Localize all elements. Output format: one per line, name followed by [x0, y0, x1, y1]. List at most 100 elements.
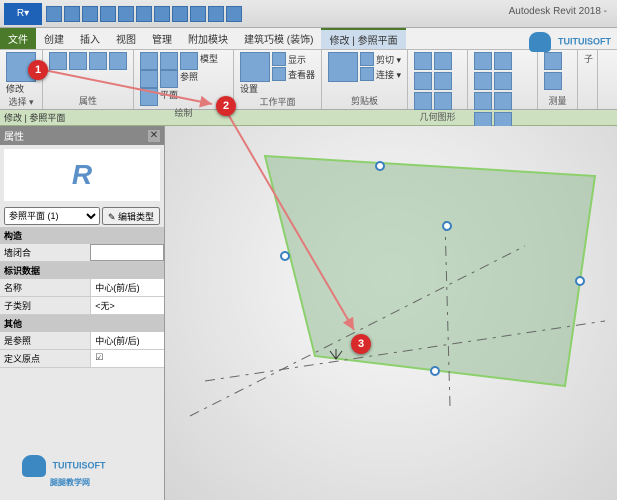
geom-icon-1[interactable] — [414, 52, 432, 70]
tab-view[interactable]: 视图 — [108, 28, 144, 49]
properties-title-bar[interactable]: 属性 ✕ — [0, 126, 164, 145]
ribbon-group-geom-label: 几何图形 — [414, 110, 461, 123]
app-title: Autodesk Revit 2018 - — [509, 6, 607, 17]
props-icon-1[interactable] — [49, 52, 67, 70]
qat-3d-icon[interactable] — [172, 6, 188, 22]
geom-icon-6[interactable] — [434, 92, 452, 110]
tab-arch[interactable]: 建筑巧模 (装饰) — [236, 28, 321, 49]
tab-manage[interactable]: 管理 — [144, 28, 180, 49]
grip-axis[interactable] — [443, 222, 451, 230]
qat-print-icon[interactable] — [118, 6, 134, 22]
callout-2: 2 — [216, 96, 236, 116]
geom-icon-3[interactable] — [414, 72, 432, 90]
quick-access-toolbar: R▾ Autodesk Revit 2018 - — [0, 0, 617, 28]
join-icon[interactable] — [360, 67, 374, 81]
tab-file[interactable]: 文件 — [0, 28, 36, 49]
scene-svg — [165, 126, 617, 500]
ribbon-group-props: 属性 — [43, 50, 134, 109]
ribbon-group-sub: 子 — [578, 50, 598, 109]
geom-icon-2[interactable] — [434, 52, 452, 70]
edit-type-button[interactable]: ✎ 编辑类型 — [102, 207, 160, 225]
ribbon-tabs: 文件 创建 插入 视图 管理 附加模块 建筑巧模 (装饰) 修改 | 参照平面 — [0, 28, 617, 50]
callout-1: 1 — [28, 60, 48, 80]
close-icon[interactable]: ✕ — [148, 130, 160, 142]
type-preview: R — [4, 149, 160, 201]
line-tool-icon[interactable] — [140, 52, 158, 70]
mod-icon-3[interactable] — [474, 72, 492, 90]
ellipse-tool-icon[interactable] — [160, 70, 178, 88]
show-plane-icon[interactable] — [272, 52, 286, 66]
qat-sync-icon[interactable] — [136, 6, 152, 22]
geom-icon-5[interactable] — [414, 92, 432, 110]
ribbon-group-measure: 测量 — [538, 50, 578, 109]
callout-3: 3 — [351, 334, 371, 354]
measure-icon-2[interactable] — [544, 72, 562, 90]
deforigin-checkbox[interactable] — [90, 350, 164, 367]
prop-cat-other: 其他 — [0, 315, 164, 332]
app-menu-button[interactable]: R▾ — [4, 3, 42, 25]
model-viewport[interactable] — [165, 126, 617, 500]
ribbon-group-clipboard: 剪切 ▾ 连接 ▾ 剪贴板 — [322, 50, 408, 109]
qat-icons — [46, 6, 242, 22]
arc-tool-icon[interactable] — [160, 52, 178, 70]
prop-row-subcat[interactable]: 子类别 <无> — [0, 297, 164, 315]
grip-bottom[interactable] — [431, 367, 439, 375]
type-selector[interactable]: 参照平面 (1) — [4, 207, 100, 225]
properties-panel: 属性 ✕ R 参照平面 (1) ✎ 编辑类型 构造 墙闭合 标识数据 名称 中心… — [0, 126, 165, 500]
prop-row-name[interactable]: 名称 中心(前/后) — [0, 279, 164, 297]
grip-top[interactable] — [376, 162, 384, 170]
prop-row-deforigin[interactable]: 定义原点 — [0, 350, 164, 368]
ribbon-group-select-label: 选择 ▾ — [6, 95, 36, 108]
set-plane-icon[interactable] — [240, 52, 270, 82]
wallclosure-input[interactable] — [90, 244, 164, 261]
main-area: 属性 ✕ R 参照平面 (1) ✎ 编辑类型 构造 墙闭合 标识数据 名称 中心… — [0, 126, 617, 500]
ribbon-group-clipboard-label: 剪贴板 — [328, 94, 401, 107]
props-icon-4[interactable] — [109, 52, 127, 70]
ribbon: 修改 选择 ▾ 属性 模型 参照 平面 绘制 — [0, 50, 617, 110]
measure-icon-1[interactable] — [544, 52, 562, 70]
qat-redo-icon[interactable] — [100, 6, 116, 22]
prop-row-isref[interactable]: 是参照 中心(前/后) — [0, 332, 164, 350]
ribbon-group-props-label: 属性 — [49, 94, 127, 107]
mod-icon-5[interactable] — [474, 92, 492, 110]
mod-icon-1[interactable] — [474, 52, 492, 70]
ribbon-group-sub-label: 子 — [584, 52, 591, 65]
circle-tool-icon[interactable] — [180, 52, 198, 70]
grip-left[interactable] — [281, 252, 289, 260]
reference-plane[interactable] — [265, 156, 595, 386]
qat-open-icon[interactable] — [46, 6, 62, 22]
props-icon-2[interactable] — [69, 52, 87, 70]
ribbon-group-workplane-label: 工作平面 — [240, 95, 315, 108]
qat-measure-icon[interactable] — [154, 6, 170, 22]
watermark-top: TUITUISOFT — [529, 32, 611, 52]
tab-insert[interactable]: 插入 — [72, 28, 108, 49]
prop-cat-construction: 构造 — [0, 227, 164, 244]
tab-addins[interactable]: 附加模块 — [180, 28, 236, 49]
geom-icon-4[interactable] — [434, 72, 452, 90]
spline-tool-icon[interactable] — [140, 70, 158, 88]
mod-icon-2[interactable] — [494, 52, 512, 70]
watermark-bottom: TUITUISOFT 腿腿教学网 — [22, 455, 106, 488]
qat-undo-icon[interactable] — [82, 6, 98, 22]
mod-icon-4[interactable] — [494, 72, 512, 90]
properties-title: 属性 — [4, 128, 24, 143]
qat-close-icon[interactable] — [208, 6, 224, 22]
cut-icon[interactable] — [360, 52, 374, 66]
options-bar-label: 修改 | 参照平面 — [4, 111, 65, 124]
qat-switch-icon[interactable] — [226, 6, 242, 22]
viewer-icon[interactable] — [272, 67, 286, 81]
mod-icon-6[interactable] — [494, 92, 512, 110]
prop-row-wallclosure[interactable]: 墙闭合 — [0, 244, 164, 262]
grip-right[interactable] — [576, 277, 584, 285]
elephant-icon — [22, 455, 46, 477]
qat-section-icon[interactable] — [190, 6, 206, 22]
paste-icon[interactable] — [328, 52, 358, 82]
props-icon-3[interactable] — [89, 52, 107, 70]
prop-cat-identity: 标识数据 — [0, 262, 164, 279]
tab-create[interactable]: 创建 — [36, 28, 72, 49]
pick-tool-icon[interactable] — [140, 88, 158, 106]
qat-save-icon[interactable] — [64, 6, 80, 22]
tab-modify-refplane[interactable]: 修改 | 参照平面 — [321, 28, 405, 49]
modify-tool-label: 修改 — [6, 82, 36, 95]
ribbon-group-workplane: 显示 查看器 设置 工作平面 — [234, 50, 322, 109]
